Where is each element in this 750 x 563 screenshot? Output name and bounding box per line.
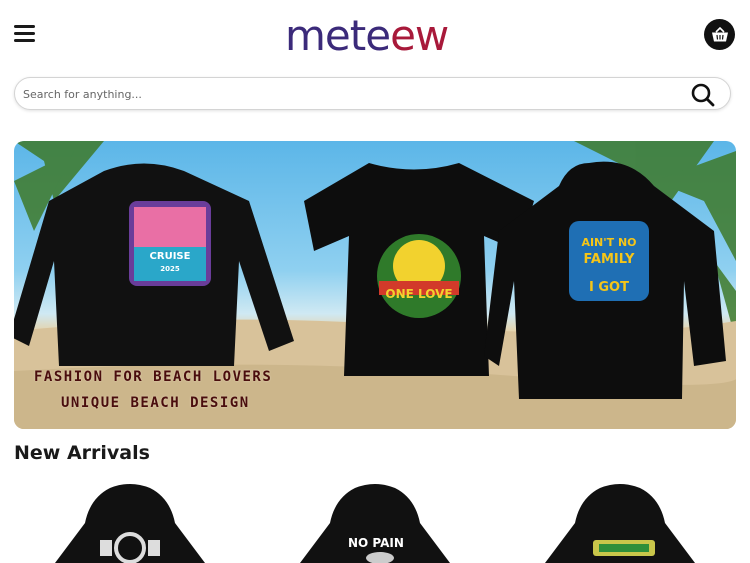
svg-text:I GOT: I GOT — [589, 280, 629, 295]
hoodie-product-image — [300, 484, 450, 563]
svg-text:ONE LOVE: ONE LOVE — [385, 287, 452, 301]
svg-text:2025: 2025 — [160, 265, 180, 273]
banner-scene-image: CRUISE 2025 ONE LOVE AIN'T NO FAMILY I G… — [14, 141, 736, 429]
hero-banner[interactable]: CRUISE 2025 ONE LOVE AIN'T NO FAMILY I G… — [14, 141, 736, 429]
banner-subheadline: UNIQUE BEACH DESIGN — [61, 395, 250, 411]
hoodie-product-image — [545, 484, 695, 563]
product-print-text: NO PAIN — [348, 536, 404, 550]
banner-headline: FASHION FOR BEACH LOVERS — [34, 369, 273, 385]
search-icon[interactable] — [690, 82, 716, 108]
product-card[interactable]: NO PAIN — [290, 478, 470, 563]
search-bar — [14, 77, 731, 110]
new-arrivals-grid: NO PAIN — [0, 478, 750, 563]
logo-text-part2: ew — [390, 11, 449, 60]
svg-text:CRUISE: CRUISE — [150, 251, 191, 262]
basket-icon[interactable] — [704, 19, 735, 50]
site-header: meteew — [0, 0, 750, 72]
svg-text:FAMILY: FAMILY — [584, 252, 635, 267]
product-card[interactable] — [535, 478, 715, 563]
logo-text-part1: mete — [285, 11, 391, 60]
hamburger-menu-icon[interactable] — [14, 25, 38, 45]
hoodie-product-image — [55, 484, 205, 563]
site-logo[interactable]: meteew — [285, 11, 449, 60]
product-card[interactable] — [45, 478, 225, 563]
new-arrivals-heading: New Arrivals — [14, 442, 150, 464]
svg-text:AIN'T NO: AIN'T NO — [581, 236, 636, 249]
search-input[interactable] — [23, 84, 663, 104]
